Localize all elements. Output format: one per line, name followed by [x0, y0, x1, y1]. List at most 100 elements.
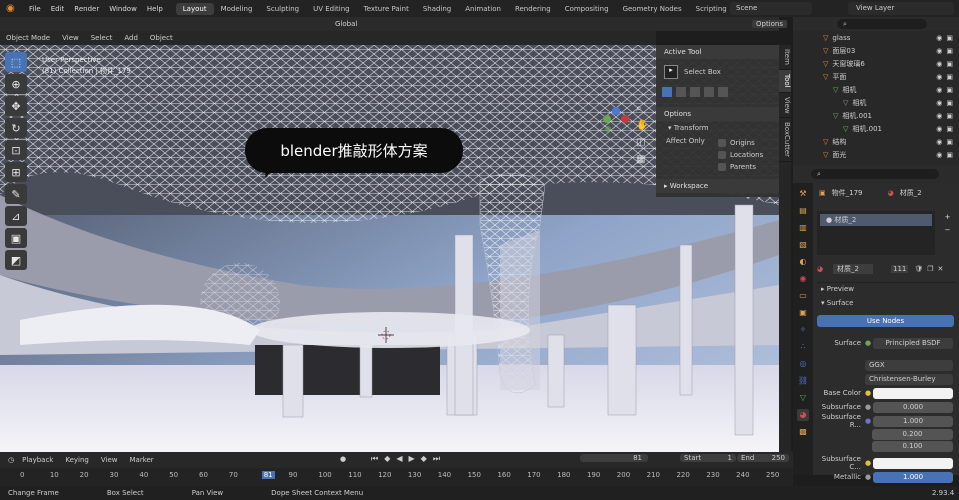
camera-view-icon[interactable]: ◫	[636, 134, 650, 151]
visibility-eye-icon[interactable]: ◉	[936, 112, 942, 120]
viewport-menu-view[interactable]: View	[62, 34, 79, 42]
checkbox-box[interactable]	[718, 151, 726, 159]
render-camera-icon[interactable]: ▣	[946, 151, 953, 159]
tab-sculpting[interactable]: Sculpting	[259, 3, 306, 15]
measure-tool[interactable]: ⊿	[5, 206, 27, 226]
particles-tab-icon[interactable]: ∴	[797, 341, 809, 353]
start-frame-field[interactable]: Start 1	[680, 454, 736, 462]
datablock-name[interactable]: 材质_2	[833, 264, 873, 274]
options-button[interactable]: Options	[752, 20, 788, 28]
render-tab-icon[interactable]: ▤	[797, 205, 809, 217]
visibility-eye-icon[interactable]: ◉	[936, 125, 942, 133]
select-box-tool[interactable]: ⬚	[5, 52, 27, 72]
menu-item-file[interactable]: File	[29, 5, 41, 13]
tab-geometry-nodes[interactable]: Geometry Nodes	[616, 3, 689, 15]
physics-tab-icon[interactable]: ◎	[797, 358, 809, 370]
viewport-menu-select[interactable]: Select	[91, 34, 113, 42]
render-camera-icon[interactable]: ▣	[946, 34, 953, 42]
outliner-item[interactable]: ▽ 面光 ◉ ▣	[793, 148, 959, 161]
checkbox-parents[interactable]: Parents	[718, 161, 763, 173]
metallic-field[interactable]: 1.000	[873, 471, 953, 483]
visibility-eye-icon[interactable]: ◉	[936, 86, 942, 94]
remove-slot-button[interactable]: −	[941, 224, 954, 237]
render-camera-icon[interactable]: ▣	[946, 60, 953, 68]
outliner-item[interactable]: ▽ 相机 ◉ ▣	[793, 83, 959, 96]
play-reverse-icon[interactable]: ◀	[396, 454, 402, 464]
outliner-item[interactable]: ▽ 相机.001 ◉ ▣	[793, 109, 959, 122]
render-camera-icon[interactable]: ▣	[946, 138, 953, 146]
grid-view-icon[interactable]: ▦	[636, 151, 650, 168]
editor-type-icon[interactable]: ◷	[8, 456, 14, 464]
cursor-tool[interactable]: ⊕	[5, 74, 27, 94]
options-header[interactable]: Options	[656, 107, 779, 121]
menu-item-render[interactable]: Render	[74, 5, 99, 13]
record-icon[interactable]: ●	[340, 455, 346, 463]
add-slot-button[interactable]: +	[941, 211, 954, 224]
transform-subheader[interactable]: ▾ Transform	[656, 121, 779, 135]
subsurface-radius-y[interactable]: 0.200	[872, 428, 953, 440]
outliner-item[interactable]: ▽ 面层03 ◉ ▣	[793, 44, 959, 57]
render-camera-icon[interactable]: ▣	[946, 73, 953, 81]
workspace-header[interactable]: ▸ Workspace	[656, 179, 779, 193]
view-layer-selector[interactable]: View Layer	[848, 2, 954, 15]
menu-item-edit[interactable]: Edit	[51, 5, 65, 13]
menu-item-help[interactable]: Help	[147, 5, 163, 13]
tab-uv-editing[interactable]: UV Editing	[306, 3, 357, 15]
scene-tab-icon[interactable]: ◐	[797, 256, 809, 268]
data-tab-icon[interactable]: ▽	[797, 392, 809, 404]
constraints-tab-icon[interactable]: ⛓	[797, 375, 809, 387]
end-frame-field[interactable]: End 250	[737, 454, 789, 462]
visibility-eye-icon[interactable]: ◉	[936, 47, 942, 55]
scene-selector[interactable]: Scene	[730, 2, 812, 15]
subsurface-radius-x[interactable]: 1.000	[873, 415, 953, 427]
outliner-search[interactable]: ⌕	[837, 19, 927, 29]
render-camera-icon[interactable]: ▣	[946, 47, 953, 55]
visibility-eye-icon[interactable]: ◉	[936, 60, 942, 68]
object-tab-icon[interactable]: ▣	[797, 307, 809, 319]
subsurface-field[interactable]: 0.000	[873, 401, 953, 413]
world-tab-icon[interactable]: ◉	[797, 273, 809, 285]
play-icon[interactable]: ▶	[409, 454, 415, 464]
fake-user-icon[interactable]: 🛡	[914, 265, 923, 273]
surface-shader-field[interactable]: Principled BSDF	[873, 337, 953, 349]
mode-invert-button[interactable]	[704, 87, 714, 97]
viewport-menu-object-mode[interactable]: Object Mode	[6, 34, 50, 42]
menu-item-window[interactable]: Window	[109, 5, 137, 13]
next-key-icon[interactable]: ◆	[421, 454, 427, 464]
texture-tab-icon[interactable]: ▩	[797, 426, 809, 438]
outliner-item[interactable]: ▽ 平面 ◉ ▣	[793, 70, 959, 83]
boxcutter-tool[interactable]: ◩	[5, 250, 27, 270]
current-frame-field[interactable]: 81	[580, 454, 648, 462]
viewport-menu-object[interactable]: Object	[150, 34, 173, 42]
surface-panel[interactable]: ▾ Surface	[817, 297, 957, 309]
sss-method-dropdown[interactable]: Christensen-Burley	[865, 373, 953, 385]
material-slot-item[interactable]: ● 材质_2	[820, 214, 932, 226]
tab-modeling[interactable]: Modeling	[214, 3, 260, 15]
subsurface-radius-z[interactable]: 0.100	[872, 440, 953, 452]
tool-tab-icon[interactable]: ⚒	[797, 188, 809, 200]
checkbox-box[interactable]	[718, 139, 726, 147]
collection-tab-icon[interactable]: ▭	[797, 290, 809, 302]
side-tab-tool[interactable]: Tool	[779, 69, 791, 93]
subsurface-color-swatch[interactable]	[873, 457, 953, 469]
visibility-eye-icon[interactable]: ◉	[936, 151, 942, 159]
tab-texture-paint[interactable]: Texture Paint	[357, 3, 416, 15]
render-camera-icon[interactable]: ▣	[946, 125, 953, 133]
mode-intersect-button[interactable]	[718, 87, 728, 97]
transform-tool[interactable]: ⊞	[5, 162, 27, 182]
timeline-menu-keying[interactable]: Keying	[65, 456, 89, 464]
outliner-item[interactable]: ▽ 天窗玻璃6 ◉ ▣	[793, 57, 959, 70]
move-tool[interactable]: ✥	[5, 96, 27, 116]
mode-set-button[interactable]	[662, 87, 672, 97]
tab-rendering[interactable]: Rendering	[508, 3, 558, 15]
use-nodes-button[interactable]: Use Nodes	[817, 315, 954, 327]
render-camera-icon[interactable]: ▣	[946, 86, 953, 94]
distribution-dropdown[interactable]: GGX	[865, 359, 953, 371]
visibility-eye-icon[interactable]: ◉	[936, 73, 942, 81]
prev-key-icon[interactable]: ◆	[384, 454, 390, 464]
view-layer-tab-icon[interactable]: ▧	[797, 239, 809, 251]
material-slot-list[interactable]: ● 材质_2	[817, 211, 935, 255]
visibility-eye-icon[interactable]: ◉	[936, 138, 942, 146]
material-tab-icon[interactable]: ◕	[797, 409, 809, 421]
mode-subtract-button[interactable]	[690, 87, 700, 97]
